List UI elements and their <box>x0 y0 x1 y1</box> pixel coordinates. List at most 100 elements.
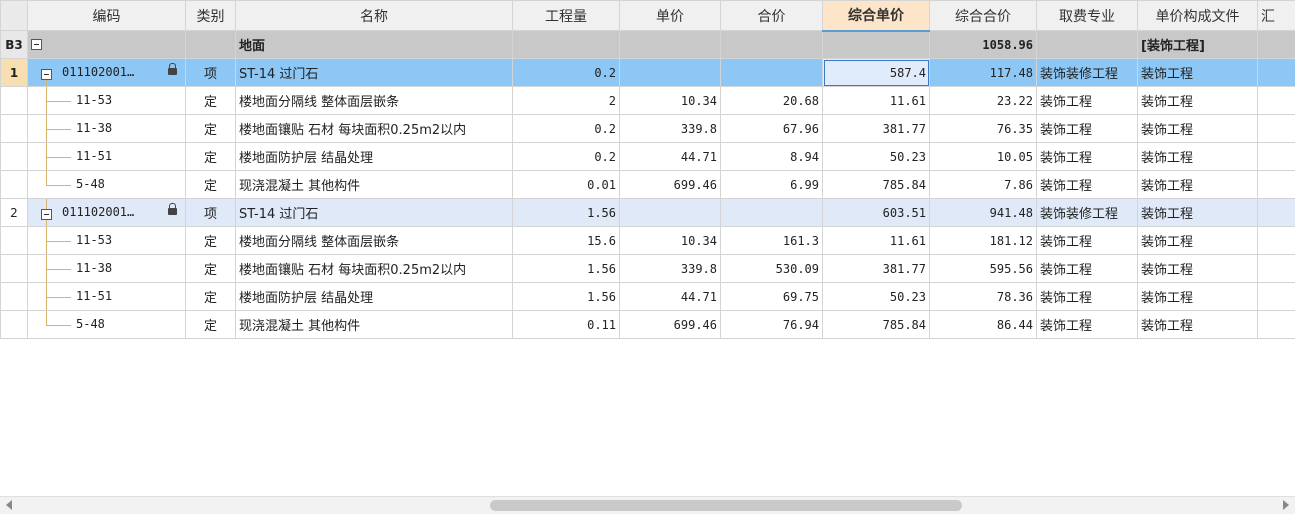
col-header-name[interactable]: 名称 <box>235 0 513 31</box>
collapse-toggle-icon[interactable] <box>41 209 52 220</box>
quota-code-cell[interactable]: 11-51 <box>27 142 186 171</box>
col-header-price-file[interactable]: 单价构成文件 <box>1137 0 1258 31</box>
section-price-file[interactable]: [装饰工程] <box>1137 30 1258 59</box>
quota-price-file[interactable]: 装饰工程 <box>1137 226 1258 255</box>
quota-name[interactable]: 楼地面镶贴 石材 每块面积0.25m2以内 <box>235 114 513 143</box>
quota-code-cell[interactable]: 5-48 <box>27 310 186 339</box>
section-row[interactable]: B3 地面 1058.96 [装饰工程] <box>0 30 1295 59</box>
quota-price-file[interactable]: 装饰工程 <box>1137 254 1258 283</box>
scrollbar-thumb[interactable] <box>490 500 962 511</box>
quota-fee-spec[interactable]: 装饰工程 <box>1036 142 1138 171</box>
quota-name[interactable]: 现浇混凝土 其他构件 <box>235 170 513 199</box>
quota-row[interactable]: 5-48 定 现浇混凝土 其他构件 0.01 699.46 6.99 785.8… <box>0 170 1295 199</box>
item-qty[interactable]: 0.2 <box>512 58 620 87</box>
quota-qty[interactable]: 0.01 <box>512 170 620 199</box>
quota-qty[interactable]: 0.2 <box>512 142 620 171</box>
quota-fee-spec[interactable]: 装饰工程 <box>1036 226 1138 255</box>
collapse-toggle-icon[interactable] <box>41 69 52 80</box>
item-price-file[interactable]: 装饰工程 <box>1137 198 1258 227</box>
item-qty[interactable]: 1.56 <box>512 198 620 227</box>
quota-code-cell[interactable]: 11-51 <box>27 282 186 311</box>
item-name[interactable]: ST-14 过门石 <box>235 58 513 87</box>
quota-price-file[interactable]: 装饰工程 <box>1137 282 1258 311</box>
quota-code-cell[interactable]: 11-38 <box>27 254 186 283</box>
quota-qty[interactable]: 15.6 <box>512 226 620 255</box>
quota-row[interactable]: 5-48 定 现浇混凝土 其他构件 0.11 699.46 76.94 785.… <box>0 310 1295 339</box>
corner-cell[interactable] <box>0 0 28 31</box>
quota-name[interactable]: 楼地面分隔线 整体面层嵌条 <box>235 226 513 255</box>
quota-price[interactable]: 339.8 <box>619 254 721 283</box>
item-fee-spec[interactable]: 装饰装修工程 <box>1036 198 1138 227</box>
item-fee-spec[interactable]: 装饰装修工程 <box>1036 58 1138 87</box>
quota-price-file[interactable]: 装饰工程 <box>1137 86 1258 115</box>
item-row[interactable]: 2 011102001… 项 ST-14 过门石 1.56 603.51 941… <box>0 198 1295 227</box>
quota-unit-comp[interactable]: 50.23 <box>822 142 930 171</box>
col-header-total[interactable]: 合价 <box>720 0 823 31</box>
horizontal-scrollbar[interactable] <box>0 496 1295 514</box>
quota-code-cell[interactable]: 11-53 <box>27 86 186 115</box>
quota-row[interactable]: 11-38 定 楼地面镶贴 石材 每块面积0.25m2以内 1.56 339.8… <box>0 254 1295 283</box>
col-header-fee-spec[interactable]: 取费专业 <box>1036 0 1138 31</box>
quota-qty[interactable]: 1.56 <box>512 282 620 311</box>
quota-row[interactable]: 11-38 定 楼地面镶贴 石材 每块面积0.25m2以内 0.2 339.8 … <box>0 114 1295 143</box>
item-code-cell[interactable]: 011102001… <box>27 198 186 227</box>
item-name[interactable]: ST-14 过门石 <box>235 198 513 227</box>
item-unit-comp[interactable]: 603.51 <box>822 198 930 227</box>
quota-name[interactable]: 楼地面镶贴 石材 每块面积0.25m2以内 <box>235 254 513 283</box>
item-price[interactable] <box>619 58 721 87</box>
quota-row[interactable]: 11-53 定 楼地面分隔线 整体面层嵌条 15.6 10.34 161.3 1… <box>0 226 1295 255</box>
quota-price[interactable]: 699.46 <box>619 170 721 199</box>
quota-fee-spec[interactable]: 装饰工程 <box>1036 310 1138 339</box>
quota-fee-spec[interactable]: 装饰工程 <box>1036 114 1138 143</box>
row-number[interactable]: 2 <box>0 198 28 227</box>
quota-price[interactable]: 10.34 <box>619 226 721 255</box>
quota-unit-comp[interactable]: 50.23 <box>822 282 930 311</box>
quota-fee-spec[interactable]: 装饰工程 <box>1036 282 1138 311</box>
col-header-type[interactable]: 类别 <box>185 0 236 31</box>
scroll-left-icon[interactable] <box>6 500 12 510</box>
item-code-cell[interactable]: 011102001… <box>27 58 186 87</box>
item-row[interactable]: 1 011102001… 项 ST-14 过门石 0.2 587.4 117.4… <box>0 58 1295 87</box>
quota-price[interactable]: 339.8 <box>619 114 721 143</box>
quota-qty[interactable]: 0.2 <box>512 114 620 143</box>
col-header-code[interactable]: 编码 <box>27 0 186 31</box>
col-header-unit-comp[interactable]: 综合单价 <box>822 0 930 32</box>
quota-qty[interactable]: 2 <box>512 86 620 115</box>
quota-code-cell[interactable]: 11-38 <box>27 114 186 143</box>
collapse-toggle-icon[interactable] <box>31 39 42 50</box>
quota-name[interactable]: 楼地面分隔线 整体面层嵌条 <box>235 86 513 115</box>
item-price-file[interactable]: 装饰工程 <box>1137 58 1258 87</box>
quota-fee-spec[interactable]: 装饰工程 <box>1036 86 1138 115</box>
quota-price-file[interactable]: 装饰工程 <box>1137 114 1258 143</box>
quota-price[interactable]: 44.71 <box>619 282 721 311</box>
col-header-price[interactable]: 单价 <box>619 0 721 31</box>
quota-fee-spec[interactable]: 装饰工程 <box>1036 170 1138 199</box>
col-header-comp-total[interactable]: 综合合价 <box>929 0 1037 31</box>
row-number[interactable]: 1 <box>0 58 28 87</box>
scroll-right-icon[interactable] <box>1283 500 1289 510</box>
quota-price-file[interactable]: 装饰工程 <box>1137 142 1258 171</box>
quota-unit-comp[interactable]: 11.61 <box>822 226 930 255</box>
quota-qty[interactable]: 1.56 <box>512 254 620 283</box>
quota-name[interactable]: 楼地面防护层 结晶处理 <box>235 142 513 171</box>
quota-qty[interactable]: 0.11 <box>512 310 620 339</box>
quota-unit-comp[interactable]: 785.84 <box>822 310 930 339</box>
item-unit-comp[interactable]: 587.4 <box>822 58 930 87</box>
quota-price-file[interactable]: 装饰工程 <box>1137 310 1258 339</box>
section-name[interactable]: 地面 <box>235 30 513 59</box>
quota-price[interactable]: 699.46 <box>619 310 721 339</box>
quota-name[interactable]: 楼地面防护层 结晶处理 <box>235 282 513 311</box>
col-header-summary[interactable]: 汇 <box>1257 0 1295 31</box>
quota-unit-comp[interactable]: 381.77 <box>822 254 930 283</box>
col-header-qty[interactable]: 工程量 <box>512 0 620 31</box>
quota-unit-comp[interactable]: 381.77 <box>822 114 930 143</box>
quota-fee-spec[interactable]: 装饰工程 <box>1036 254 1138 283</box>
quota-code-cell[interactable]: 5-48 <box>27 170 186 199</box>
quota-name[interactable]: 现浇混凝土 其他构件 <box>235 310 513 339</box>
quota-row[interactable]: 11-51 定 楼地面防护层 结晶处理 0.2 44.71 8.94 50.23… <box>0 142 1295 171</box>
item-price[interactable] <box>619 198 721 227</box>
quota-unit-comp[interactable]: 785.84 <box>822 170 930 199</box>
quota-row[interactable]: 11-53 定 楼地面分隔线 整体面层嵌条 2 10.34 20.68 11.6… <box>0 86 1295 115</box>
quota-unit-comp[interactable]: 11.61 <box>822 86 930 115</box>
quota-code-cell[interactable]: 11-53 <box>27 226 186 255</box>
